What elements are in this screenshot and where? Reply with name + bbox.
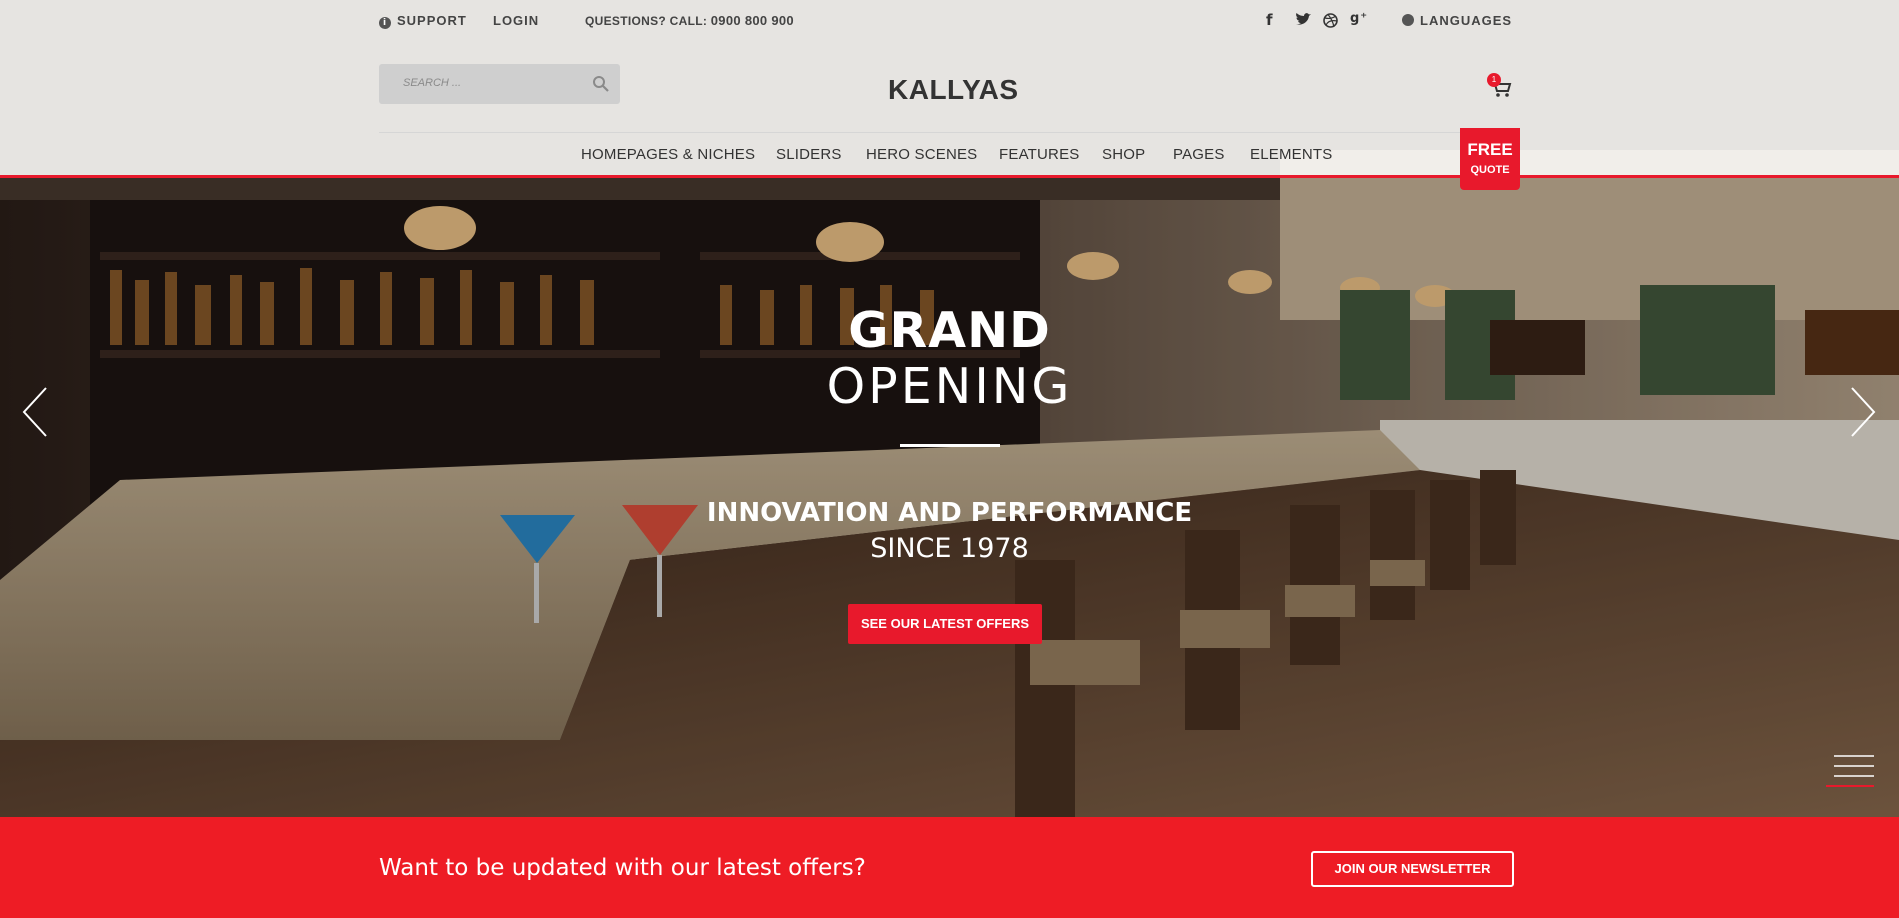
hero-title-bold: GRAND xyxy=(848,302,1051,359)
newsletter-bar: Want to be updated with our latest offer… xyxy=(0,817,1899,918)
question-label: QUESTIONS? CALL: xyxy=(585,14,708,28)
dribbble-icon[interactable] xyxy=(1323,13,1338,28)
slider-menu-icon[interactable] xyxy=(1826,752,1874,788)
phone-number: 0900 800 900 xyxy=(710,13,794,28)
join-newsletter-button[interactable]: JOIN OUR NEWSLETTER xyxy=(1311,851,1514,887)
search-placeholder: SEARCH ... xyxy=(403,77,462,89)
nav-item-sliders[interactable]: SLIDERS xyxy=(776,146,842,163)
languages-menu[interactable]: LANGUAGES xyxy=(1402,13,1512,28)
support-label: SUPPORT xyxy=(397,13,467,28)
site-logo[interactable]: KALLYAS xyxy=(888,74,1019,106)
hero-subtitle-light: SINCE 1978 xyxy=(870,533,1029,564)
hero-title-light: OPENING xyxy=(826,358,1073,415)
main-navigation: HOMEPAGES & NICHES SLIDERS HERO SCENES F… xyxy=(0,146,1899,166)
top-bar: i SUPPORT LOGIN QUESTIONS? CALL: 0900 800… xyxy=(379,0,1517,42)
contact-phone: QUESTIONS? CALL: 0900 800 900 xyxy=(585,13,794,28)
nav-item-features[interactable]: FEATURES xyxy=(999,146,1080,163)
cart-count-badge: 1 xyxy=(1487,73,1501,87)
globe-icon xyxy=(1402,14,1414,26)
newsletter-text: Want to be updated with our latest offer… xyxy=(379,855,866,881)
hero-subtitle-bold: INNOVATION AND PERFORMANCE xyxy=(706,498,1193,528)
facebook-icon[interactable]: f xyxy=(1266,11,1274,29)
nav-item-pages[interactable]: PAGES xyxy=(1173,146,1225,163)
free-quote-line2: QUOTE xyxy=(1470,164,1510,176)
twitter-icon[interactable] xyxy=(1295,13,1312,27)
search-icon[interactable] xyxy=(592,75,610,93)
nav-item-shop[interactable]: SHOP xyxy=(1102,146,1145,163)
languages-label: LANGUAGES xyxy=(1420,13,1513,28)
nav-item-hero-scenes[interactable]: HERO SCENES xyxy=(866,146,977,163)
info-icon: i xyxy=(379,17,391,29)
support-link[interactable]: i SUPPORT xyxy=(379,13,467,29)
login-link[interactable]: LOGIN xyxy=(493,13,539,28)
page: GRAND OPENING INNOVATION AND PERFORMANCE… xyxy=(0,0,1899,918)
header-divider xyxy=(379,132,1517,133)
free-quote-button[interactable]: FREE QUOTE xyxy=(1460,128,1520,190)
site-header: i SUPPORT LOGIN QUESTIONS? CALL: 0900 800… xyxy=(0,0,1899,190)
hero-title-divider xyxy=(900,444,1000,447)
search-input[interactable]: SEARCH ... xyxy=(379,64,620,104)
nav-item-elements[interactable]: ELEMENTS xyxy=(1250,146,1332,163)
free-quote-line1: FREE xyxy=(1467,140,1513,159)
nav-item-homepages[interactable]: HOMEPAGES & NICHES xyxy=(581,146,755,163)
googleplus-icon[interactable]: g⁺ xyxy=(1350,11,1368,26)
see-offers-button[interactable]: SEE OUR LATEST OFFERS xyxy=(848,604,1042,644)
